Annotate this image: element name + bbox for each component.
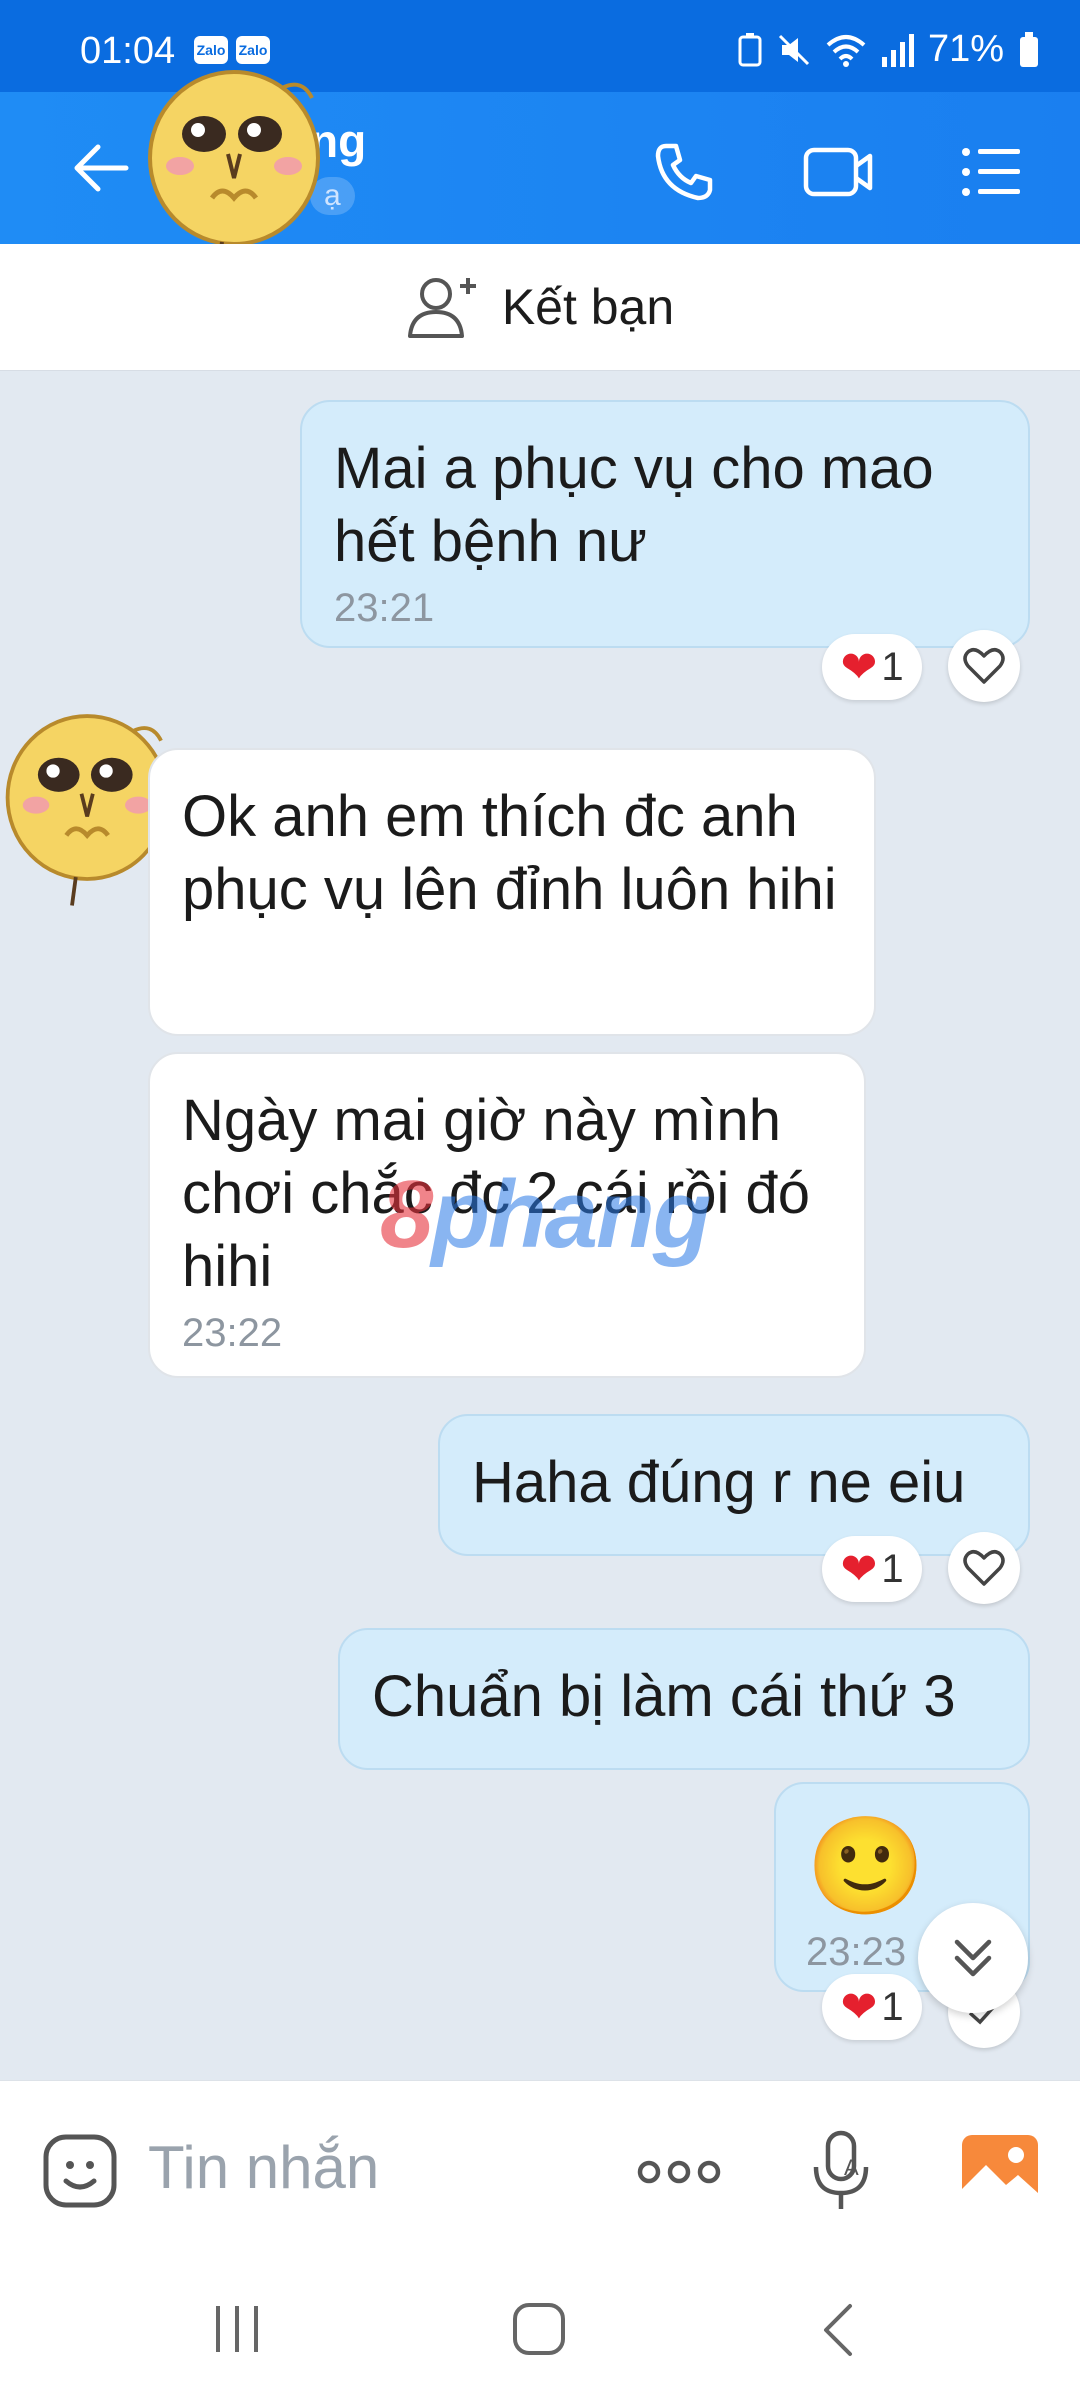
recent-apps-button[interactable] xyxy=(210,2304,264,2359)
emoji-icon xyxy=(43,2134,117,2208)
chat-options-button[interactable] xyxy=(958,140,1022,209)
scroll-to-bottom-button[interactable] xyxy=(918,1903,1028,2013)
react-button[interactable] xyxy=(948,1532,1020,1604)
double-chevron-down-icon xyxy=(954,1939,992,1977)
heart-outline-icon xyxy=(963,648,1005,684)
home-button[interactable] xyxy=(512,2302,566,2361)
battery-percent: 71% xyxy=(927,28,1004,70)
video-camera-icon xyxy=(803,147,873,197)
watermark-part-2: phang xyxy=(431,1161,711,1268)
nav-back-button[interactable] xyxy=(820,2302,856,2363)
video-call-button[interactable] xyxy=(802,140,874,209)
message-text: Haha đúng r ne eiu xyxy=(472,1450,966,1515)
watermark: 8phang xyxy=(380,1160,711,1270)
message-text: Mai a phục vụ cho mao hết bệnh nư xyxy=(334,436,934,574)
message-composer: Tin nhắn A xyxy=(0,2080,1080,2261)
arrow-left-icon xyxy=(74,144,129,192)
reaction-badge[interactable]: ❤ 1 xyxy=(822,634,922,700)
reaction-count: 1 xyxy=(881,1984,904,2029)
list-menu-icon xyxy=(962,148,1020,196)
voice-button[interactable]: A xyxy=(810,2129,872,2218)
more-dots-icon xyxy=(637,2160,721,2184)
message-input[interactable]: Tin nhắn xyxy=(148,2133,379,2202)
message-bubble-sent[interactable]: Mai a phục vụ cho mao hết bệnh nư 23:21 xyxy=(300,400,1030,648)
message-text: Chuẩn bị làm cái thứ 3 xyxy=(372,1664,956,1729)
more-options-button[interactable] xyxy=(636,2155,722,2194)
reaction-badge[interactable]: ❤ 1 xyxy=(822,1536,922,1602)
microphone-icon: A xyxy=(813,2130,869,2209)
call-button[interactable] xyxy=(652,140,716,209)
home-icon xyxy=(513,2303,565,2355)
message-bubble-received[interactable]: Ok anh em thích đc anh phục vụ lên đỉnh … xyxy=(148,748,876,1036)
battery-saver-icon xyxy=(738,32,762,66)
chevron-left-icon xyxy=(824,2304,852,2356)
message-time: 23:22 xyxy=(182,1311,283,1355)
heart-outline-icon xyxy=(963,1550,1005,1586)
sticker-button[interactable] xyxy=(42,2133,118,2214)
image-button[interactable] xyxy=(960,2133,1040,2210)
message-bubble-sent[interactable]: Chuẩn bị làm cái thứ 3 xyxy=(338,1628,1030,1770)
reaction-count: 1 xyxy=(881,1546,904,1591)
mute-icon xyxy=(778,34,809,65)
message-time: 23:21 xyxy=(334,586,435,630)
status-right: 71% xyxy=(738,28,1040,71)
heart-reaction-icon: ❤ xyxy=(840,1982,878,2032)
add-friend-label[interactable]: Kết bạn xyxy=(502,278,674,336)
system-nav-bar xyxy=(0,2260,1080,2400)
reaction-count: 1 xyxy=(881,644,904,689)
battery-icon xyxy=(1020,31,1038,67)
heart-reaction-icon: ❤ xyxy=(840,642,878,692)
wifi-icon xyxy=(826,34,866,67)
signal-icon xyxy=(881,33,914,67)
add-user-icon xyxy=(407,278,476,338)
message-text: Ok anh em thích đc anh phục vụ lên đỉnh … xyxy=(182,784,837,922)
back-button[interactable] xyxy=(70,137,132,204)
heart-reaction-icon: ❤ xyxy=(840,1544,878,1594)
message-bubble-sent[interactable]: Haha đúng r ne eiu xyxy=(438,1414,1030,1556)
reaction-badge[interactable]: ❤ 1 xyxy=(822,1974,922,2040)
phone-icon xyxy=(655,143,713,201)
watermark-part-1: 8 xyxy=(380,1161,433,1268)
svg-text:A: A xyxy=(844,2155,859,2180)
add-friend-bar[interactable]: Kết bạn xyxy=(0,244,1080,371)
image-gallery-icon xyxy=(962,2135,1038,2203)
react-button[interactable] xyxy=(948,630,1020,702)
recents-icon xyxy=(216,2306,258,2352)
